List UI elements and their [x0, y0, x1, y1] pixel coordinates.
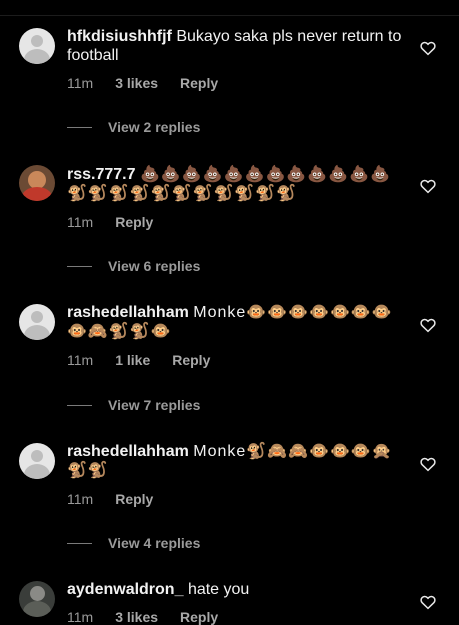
replies-line: [67, 542, 92, 544]
reply-button[interactable]: Reply: [180, 609, 218, 625]
comment-meta: 11m 1 like Reply: [67, 352, 210, 368]
comment-username[interactable]: aydenwaldron_: [67, 581, 183, 598]
comment-text-block: aydenwaldron_ hate you: [67, 580, 407, 599]
heart-icon[interactable]: [419, 39, 437, 57]
comment-time: 11m: [67, 75, 94, 91]
heart-icon[interactable]: [419, 316, 437, 334]
comment-body: hate you: [187, 581, 250, 598]
avatar[interactable]: [19, 28, 55, 64]
comment-username[interactable]: rss.777.7: [67, 166, 136, 183]
comment-time: 11m: [67, 491, 94, 507]
view-replies-label: View 4 replies: [108, 535, 201, 551]
replies-line: [67, 126, 92, 128]
view-replies-button[interactable]: View 7 replies: [67, 397, 200, 413]
view-replies-button[interactable]: View 4 replies: [67, 535, 200, 551]
reply-button[interactable]: Reply: [115, 491, 153, 507]
comment-likes[interactable]: 3 likes: [115, 609, 158, 625]
comment-text-block: rashedellahham Monke🐒🙈🙈🐵🐵🐵🙊🐒🐒: [67, 442, 407, 480]
comment-text-block: hfkdisiushhfjf Bukayo saka pls never ret…: [67, 27, 407, 65]
comment-time: 11m: [67, 214, 94, 230]
replies-line: [67, 404, 92, 406]
comment-likes[interactable]: 3 likes: [115, 75, 158, 91]
comment-meta: 11m Reply: [67, 491, 153, 507]
comment-username[interactable]: hfkdisiushhfjf: [67, 28, 172, 45]
view-replies-label: View 7 replies: [108, 397, 201, 413]
view-replies-button[interactable]: View 2 replies: [67, 119, 200, 135]
reply-button[interactable]: Reply: [180, 75, 218, 91]
comment-text-block: rss.777.7 💩💩💩💩💩💩💩💩💩💩💩💩🐒🐒🐒🐒🐒🐒🐒🐒🐒🐒🐒: [67, 165, 407, 203]
view-replies-label: View 2 replies: [108, 119, 201, 135]
avatar[interactable]: [19, 304, 55, 340]
comment-meta: 11m Reply: [67, 214, 153, 230]
comment-time: 11m: [67, 609, 94, 625]
comment-likes[interactable]: 1 like: [115, 352, 150, 368]
view-replies-button[interactable]: View 6 replies: [67, 258, 200, 274]
comment-time: 11m: [67, 352, 94, 368]
heart-icon[interactable]: [419, 177, 437, 195]
comment-text-block: rashedellahham Monke🐵🐵🐵🐵🐵🐵🐵🐵🙈🐒🐒🐵: [67, 303, 407, 341]
comment-username[interactable]: rashedellahham: [67, 443, 189, 460]
heart-icon[interactable]: [419, 455, 437, 473]
view-replies-label: View 6 replies: [108, 258, 201, 274]
comment-meta: 11m 3 likes Reply: [67, 75, 218, 91]
avatar[interactable]: [19, 165, 55, 201]
avatar[interactable]: [19, 443, 55, 479]
reply-button[interactable]: Reply: [172, 352, 210, 368]
comment-username[interactable]: rashedellahham: [67, 304, 189, 321]
avatar[interactable]: [19, 581, 55, 617]
comment-meta: 11m 3 likes Reply: [67, 609, 218, 625]
replies-line: [67, 265, 92, 267]
reply-button[interactable]: Reply: [115, 214, 153, 230]
heart-icon[interactable]: [419, 593, 437, 611]
divider: [0, 15, 459, 16]
